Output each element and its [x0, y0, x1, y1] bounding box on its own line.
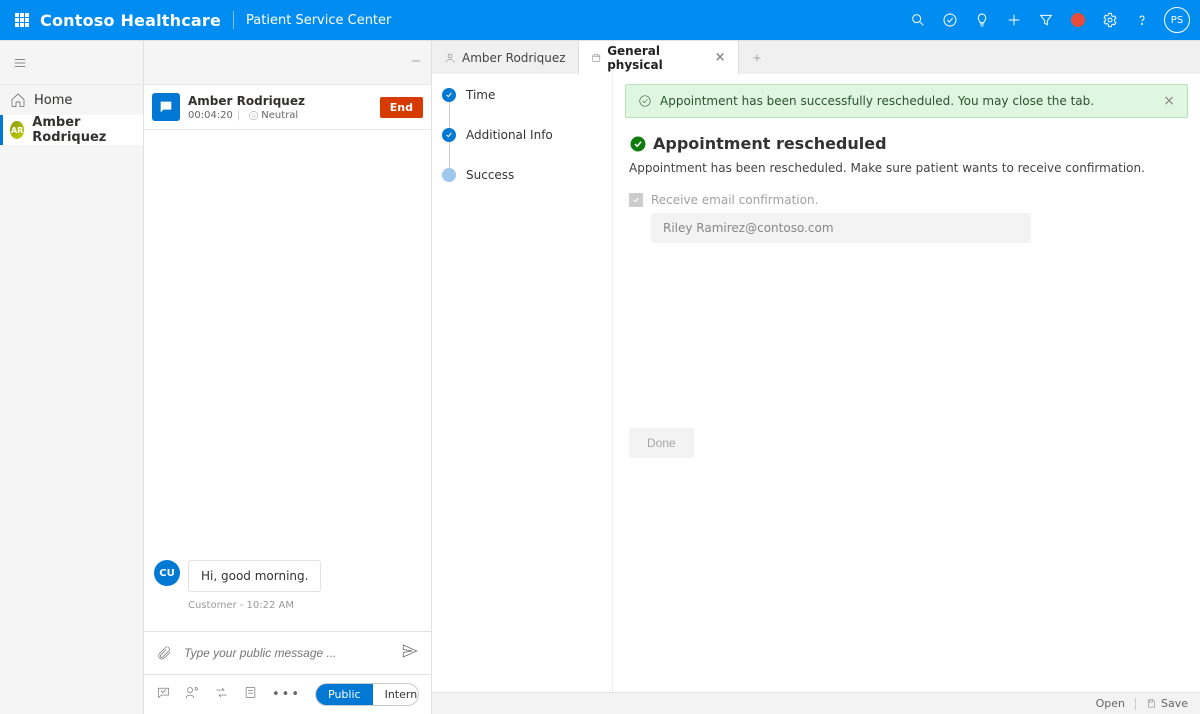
call-timer: 00:04:20 [188, 110, 233, 121]
app-launcher-icon[interactable] [14, 12, 30, 28]
footer-open[interactable]: Open [1096, 697, 1125, 710]
step-time[interactable]: Time [442, 88, 606, 102]
help-icon[interactable] [1126, 0, 1158, 40]
record-icon[interactable] [1062, 0, 1094, 40]
sidebar-item-session[interactable]: AR Amber Rodriquez [0, 115, 143, 145]
tab-close-icon[interactable]: × [715, 50, 726, 65]
end-conversation-button[interactable]: End [380, 97, 423, 118]
email-value: Riley Ramirez@contoso.com [651, 213, 1031, 243]
consult-icon[interactable] [185, 685, 200, 704]
pill-public[interactable]: Public [316, 684, 373, 705]
user-avatar[interactable]: PS [1164, 7, 1190, 33]
success-toast: Appointment has been successfully resche… [625, 84, 1188, 118]
message-compose [144, 631, 431, 674]
tab-add[interactable] [739, 41, 775, 74]
settings-icon[interactable] [1094, 0, 1126, 40]
sidebar-label: Home [34, 93, 72, 108]
left-sidebar: Home AR Amber Rodriquez [0, 41, 144, 714]
message-input[interactable] [182, 645, 401, 661]
status-bar: Open Save [432, 692, 1200, 714]
sentiment-label: Neutral [261, 110, 298, 121]
calendar-icon [591, 52, 602, 64]
success-subtext: Appointment has been rescheduled. Make s… [629, 161, 1184, 175]
filter-icon[interactable] [1030, 0, 1062, 40]
save-icon [1146, 698, 1157, 709]
check-circle-filled-icon [629, 135, 647, 153]
more-icon[interactable]: ••• [272, 687, 301, 702]
minimize-icon[interactable] [409, 54, 423, 72]
message-avatar: CU [154, 560, 180, 586]
quick-reply-icon[interactable] [156, 685, 171, 704]
footer-save[interactable]: Save [1161, 697, 1188, 710]
message-row: CU Hi, good morning. [154, 560, 421, 592]
app-header: Contoso Healthcare Patient Service Cente… [0, 0, 1200, 40]
conversation-panel: Amber Rodriquez 00:04:20 | Neutral End C… [144, 41, 432, 714]
main-area: Amber Rodriquez General physical × Time [432, 41, 1200, 714]
toast-close-icon[interactable]: × [1163, 93, 1175, 109]
app-brand: Contoso Healthcare [40, 11, 221, 30]
divider [233, 11, 234, 29]
success-title: Appointment rescheduled [653, 134, 887, 153]
tab-appointment[interactable]: General physical × [579, 41, 739, 74]
done-button[interactable]: Done [629, 428, 694, 458]
pill-internal[interactable]: Internal [373, 684, 419, 705]
step-label: Additional Info [466, 128, 553, 142]
sidebar-toggle[interactable] [0, 41, 143, 85]
checkbox-icon[interactable] [629, 193, 643, 207]
tab-label: Amber Rodriquez [462, 51, 566, 65]
step-additional[interactable]: Additional Info [442, 128, 606, 142]
step-label: Success [466, 168, 514, 182]
conversation-transcript: CU Hi, good morning. Customer - 10:22 AM [144, 130, 431, 631]
sidebar-item-home[interactable]: Home [0, 85, 143, 115]
transfer-icon[interactable] [214, 685, 229, 704]
wizard-steps: Time Additional Info Success [432, 74, 612, 692]
visibility-toggle[interactable]: Public Internal [315, 683, 419, 706]
task-icon[interactable] [934, 0, 966, 40]
step-current-icon [442, 168, 456, 182]
conversation-panel-header [144, 41, 431, 85]
email-confirmation-row: Receive email confirmation. [629, 193, 1184, 207]
notes-icon[interactable] [243, 685, 258, 704]
checkbox-label: Receive email confirmation. [651, 193, 818, 207]
step-complete-icon [442, 128, 456, 142]
success-panel: Appointment has been successfully resche… [612, 74, 1200, 692]
attach-icon[interactable] [156, 645, 172, 661]
tab-strip: Amber Rodriquez General physical × [432, 41, 1200, 74]
tab-label: General physical [607, 44, 706, 72]
tab-customer[interactable]: Amber Rodriquez [432, 41, 579, 74]
person-icon [444, 52, 456, 64]
add-icon[interactable] [998, 0, 1030, 40]
message-bubble: Hi, good morning. [188, 560, 321, 592]
check-circle-icon [638, 94, 652, 108]
conversation-card[interactable]: Amber Rodriquez 00:04:20 | Neutral End [144, 85, 431, 130]
compose-toolbar: ••• Public Internal [144, 674, 431, 714]
lightbulb-icon[interactable] [966, 0, 998, 40]
step-success[interactable]: Success [442, 168, 606, 182]
home-icon [10, 92, 26, 108]
app-sub-brand: Patient Service Center [246, 13, 391, 28]
channel-chat-icon [152, 93, 180, 121]
send-icon[interactable] [401, 642, 419, 664]
search-icon[interactable] [902, 0, 934, 40]
step-label: Time [466, 88, 495, 102]
message-meta: Customer - 10:22 AM [188, 600, 421, 611]
sidebar-session-avatar: AR [10, 121, 24, 139]
step-complete-icon [442, 88, 456, 102]
toast-text: Appointment has been successfully resche… [660, 94, 1094, 108]
sentiment-indicator: Neutral [248, 110, 298, 121]
success-heading: Appointment rescheduled [629, 134, 1184, 153]
sidebar-label: Amber Rodriquez [32, 115, 133, 145]
customer-name: Amber Rodriquez [188, 94, 380, 108]
